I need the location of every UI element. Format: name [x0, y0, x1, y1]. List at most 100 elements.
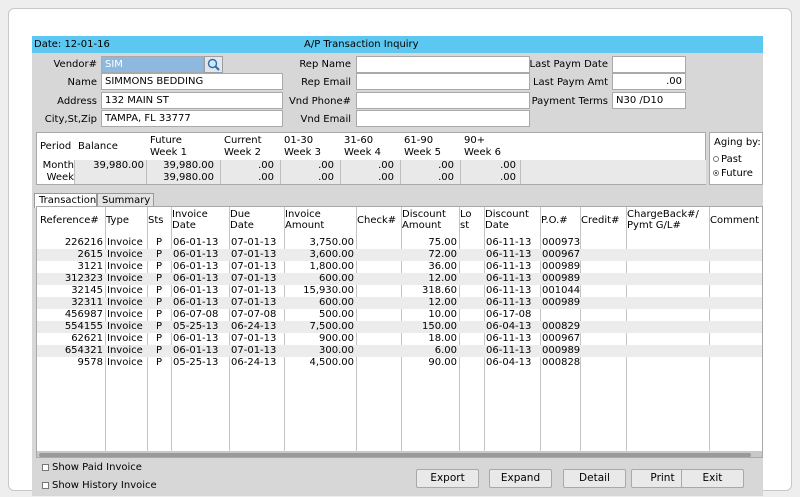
table-cell: Invoice [107, 249, 143, 260]
table-cell: 300.00 [319, 345, 354, 356]
table-row[interactable]: 554155 Invoice P 05-25-13 06-24-13 7,500.00 15… [37, 321, 762, 333]
aging-header-line1: Future [150, 135, 182, 146]
payment-terms-label: Payment Terms [531, 96, 608, 107]
show-paid-invoice-checkbox[interactable] [42, 463, 49, 471]
table-row[interactable]: 32311 Invoice P 06-01-13 07-01-13 600.00 12.00… [37, 297, 762, 309]
column-header[interactable]: Invoice Amount [285, 209, 324, 231]
table-cell: 000967 [542, 333, 581, 344]
vendor-phone-field[interactable] [356, 92, 530, 109]
vendor-lookup-button[interactable] [204, 56, 223, 73]
vendor-email-field[interactable] [356, 110, 530, 127]
past-radio[interactable] [713, 156, 719, 162]
table-row[interactable]: 3121 Invoice P 06-01-13 07-01-13 1,800.00 36.0… [37, 261, 762, 273]
scrollbar-thumb[interactable] [39, 453, 751, 457]
address-field[interactable]: 132 MAIN ST [101, 92, 283, 109]
table-cell: 456987 [64, 309, 103, 320]
table-cell: Invoice [107, 237, 143, 248]
table-cell: 3,600.00 [309, 249, 354, 260]
table-cell: 06-01-13 [173, 249, 219, 260]
show-history-invoice-option[interactable]: Show History Invoice [42, 480, 157, 491]
vendor-input[interactable]: SIM [101, 56, 204, 73]
column-header[interactable]: Discount Date [485, 209, 529, 231]
table-row[interactable]: 654321 Invoice P 06-01-13 07-01-13 300.00 6.00… [37, 345, 762, 357]
aging-header-line1: Period [40, 141, 72, 152]
column-header[interactable]: Lo st [460, 209, 472, 231]
table-cell: 06-11-13 [486, 297, 532, 308]
table-cell: 06-11-13 [486, 261, 532, 272]
table-cell: 06-01-13 [173, 237, 219, 248]
column-header[interactable]: Due Date [230, 209, 254, 231]
column-header-line1: Sts [148, 215, 164, 226]
detail-button[interactable]: Detail [563, 469, 626, 488]
aging-header-line1: 31-60 [344, 135, 374, 146]
aging-value: .00 [500, 172, 516, 183]
aging-future-option[interactable]: Future [713, 168, 753, 179]
column-header[interactable]: Check# [357, 215, 396, 226]
table-cell: 312323 [64, 273, 103, 284]
table-cell: 06-11-13 [486, 345, 532, 356]
column-header-line2: st [460, 220, 470, 231]
future-radio[interactable] [713, 170, 719, 176]
rep-name-field[interactable] [356, 56, 530, 73]
column-header-line1: Invoice [285, 209, 321, 220]
tab-summary[interactable]: Summary [97, 193, 154, 207]
column-header[interactable]: Reference# [40, 215, 99, 226]
table-cell: 600.00 [319, 297, 354, 308]
table-cell: 1,800.00 [309, 261, 354, 272]
table-cell: P [155, 333, 163, 344]
show-history-invoice-checkbox[interactable] [42, 481, 49, 489]
table-cell: 000989 [542, 273, 581, 284]
column-header[interactable]: Sts [148, 215, 163, 226]
table-cell: Invoice [107, 357, 143, 368]
column-header-line2: Amount [285, 220, 325, 231]
table-cell: P [155, 237, 163, 248]
payment-terms-field[interactable]: N30 /D10 [612, 92, 686, 109]
column-header-line1: Invoice [172, 209, 208, 220]
vendor-phone-label: Vnd Phone# [288, 96, 351, 107]
table-row[interactable]: 2615 Invoice P 06-01-13 07-01-13 3,600.00 72.0… [37, 249, 762, 261]
column-header[interactable]: Discount Amount [402, 209, 446, 231]
column-header[interactable]: Invoice Date [172, 209, 208, 231]
show-paid-invoice-option[interactable]: Show Paid Invoice [42, 462, 142, 473]
column-header[interactable]: Credit# [581, 215, 619, 226]
table-cell: 06-24-13 [231, 321, 277, 332]
aging-header-line2: Week 3 [284, 147, 321, 158]
column-header[interactable]: ChargeBack#/Pymt G/L# [627, 209, 699, 231]
aging-header-line2: Week 4 [344, 147, 381, 158]
last-payment-amount-field[interactable]: .00 [612, 73, 686, 90]
table-row[interactable]: 226216 Invoice P 06-01-13 07-01-13 3,750.00 75… [37, 237, 762, 249]
show-history-invoice-label: Show History Invoice [52, 480, 157, 491]
table-cell: 4,500.00 [309, 357, 354, 368]
table-row[interactable]: 456987 Invoice P 06-07-08 07-07-08 500.00 10.0… [37, 309, 762, 321]
aging-divider [280, 160, 281, 184]
show-paid-invoice-label: Show Paid Invoice [52, 462, 142, 473]
table-cell: 15,930.00 [303, 285, 354, 296]
table-row[interactable]: 32145 Invoice P 06-01-13 07-01-13 15,930.00 31… [37, 285, 762, 297]
horizontal-scrollbar[interactable] [37, 451, 762, 457]
column-header[interactable]: Comment [710, 215, 759, 226]
column-header[interactable]: Type [106, 215, 129, 226]
column-header-line2: Amount [402, 220, 442, 231]
column-header[interactable]: P.O.# [541, 215, 568, 226]
city-state-zip-field[interactable]: TAMPA, FL 33777 [101, 110, 283, 127]
table-cell: 318.60 [422, 285, 457, 296]
aging-header: Balance [78, 141, 118, 153]
table-cell: Invoice [107, 297, 143, 308]
expand-button[interactable]: Expand [489, 469, 552, 488]
name-field[interactable]: SIMMONS BEDDING [101, 73, 283, 90]
rep-email-field[interactable] [356, 73, 530, 90]
exit-button[interactable]: Exit [681, 469, 744, 488]
table-cell: 07-01-13 [231, 249, 277, 260]
aging-value: .00 [318, 160, 334, 171]
table-row[interactable]: 9578 Invoice P 05-25-13 06-24-13 4,500.00 90.0… [37, 357, 762, 369]
table-cell: P [155, 285, 163, 296]
table-cell: 90.00 [428, 357, 457, 368]
table-cell: 900.00 [319, 333, 354, 344]
export-button[interactable]: Export [416, 469, 479, 488]
table-cell: 06-04-13 [486, 357, 532, 368]
table-row[interactable]: 312323 Invoice P 06-01-13 07-01-13 600.00 12.0… [37, 273, 762, 285]
aging-past-option[interactable]: Past [713, 154, 742, 165]
last-payment-date-field[interactable] [612, 56, 686, 73]
table-cell: Invoice [107, 321, 143, 332]
table-row[interactable]: 62621 Invoice P 06-01-13 07-01-13 900.00 18.00… [37, 333, 762, 345]
